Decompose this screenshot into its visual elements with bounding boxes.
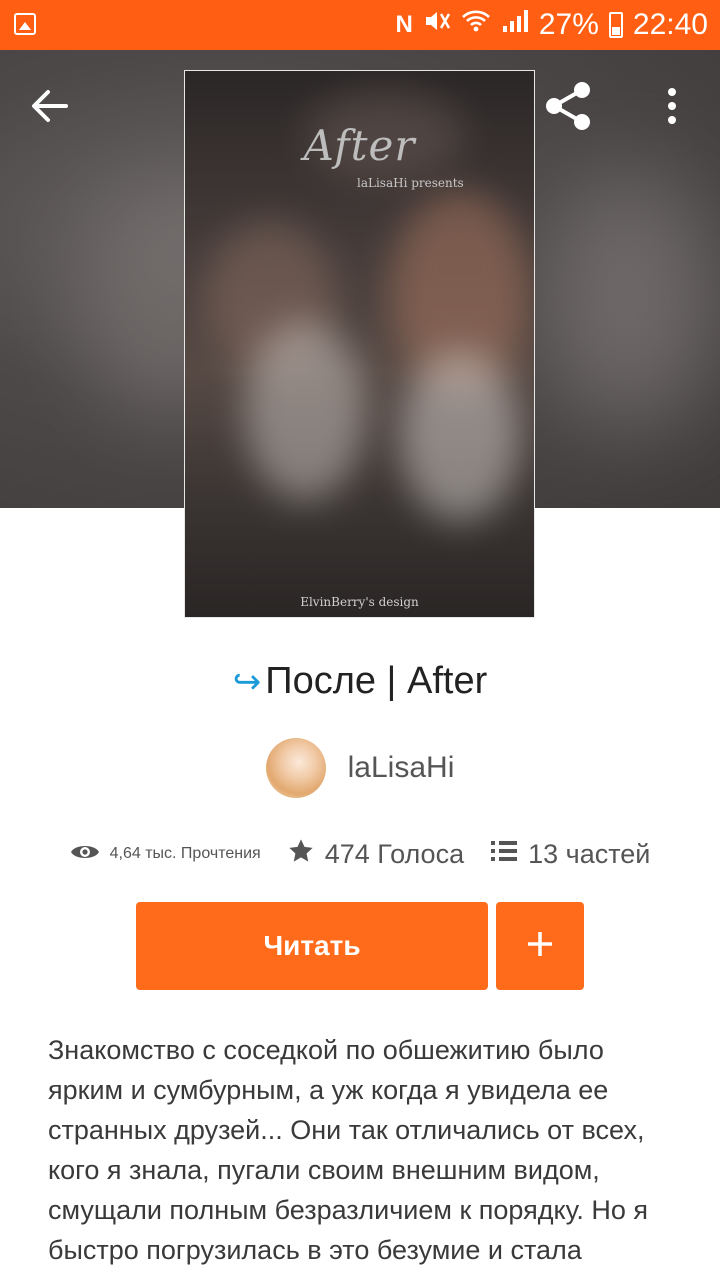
share-button[interactable]: [542, 80, 594, 132]
status-icons: N 27% 22:40: [396, 0, 708, 50]
back-button[interactable]: [30, 88, 80, 124]
votes-count: 474 Голоса: [324, 838, 465, 869]
plus-icon: [525, 929, 555, 964]
clock: 22:40: [632, 8, 708, 41]
header-backdrop-blur: [540, 170, 720, 430]
battery-icon: [608, 12, 623, 38]
author-avatar[interactable]: [265, 738, 326, 798]
wifi-icon: [461, 8, 491, 42]
status-bar: N 27% 22:40: [0, 0, 720, 50]
cover-title: After: [303, 121, 416, 170]
reads-count: 4,64 тыс. Прочтения: [109, 845, 261, 862]
right-hook-arrow-emoji: ↪: [232, 663, 262, 701]
share-icon: [542, 80, 594, 132]
signal-icon: [501, 8, 529, 42]
cover-subtitle: laLisaHi presents: [357, 176, 464, 190]
eye-icon: [70, 841, 100, 868]
nfc-icon: N: [395, 11, 413, 38]
cover-art-shape: [400, 351, 520, 521]
list-icon: [490, 839, 518, 870]
cover-credit: ElvinBerry's design: [300, 595, 419, 609]
author-name[interactable]: laLisaHi: [348, 751, 455, 785]
story-description: Знакомство с соседкой по обшежитию было …: [48, 1035, 649, 1265]
gallery-notification-icon: [14, 13, 36, 35]
story-title-text: После | After: [265, 660, 488, 702]
reads-stat: 4,64 тыс. Прочтения: [70, 841, 261, 868]
read-button-label: Читать: [263, 930, 361, 961]
story-stats: 4,64 тыс. Прочтения 474 Голоса 13 частей: [0, 832, 720, 876]
parts-stat: 13 частей: [490, 839, 650, 870]
read-button[interactable]: Читать: [136, 902, 488, 990]
parts-count: 13 частей: [528, 838, 651, 869]
mute-icon: [423, 8, 451, 42]
cover-art-shape: [245, 321, 365, 501]
story-title: ↪ После | After: [0, 660, 720, 703]
story-cover-image[interactable]: After laLisaHi presents ElvinBerry's des…: [184, 70, 535, 618]
arrow-left-icon: [30, 88, 80, 124]
votes-stat: 474 Голоса: [287, 837, 464, 872]
battery-percent: 27%: [538, 8, 599, 41]
star-icon: [287, 837, 315, 872]
add-to-library-button[interactable]: [496, 902, 584, 990]
more-options-button[interactable]: [658, 86, 686, 126]
author-row[interactable]: laLisaHi: [0, 738, 720, 798]
more-vertical-icon: [658, 86, 686, 126]
